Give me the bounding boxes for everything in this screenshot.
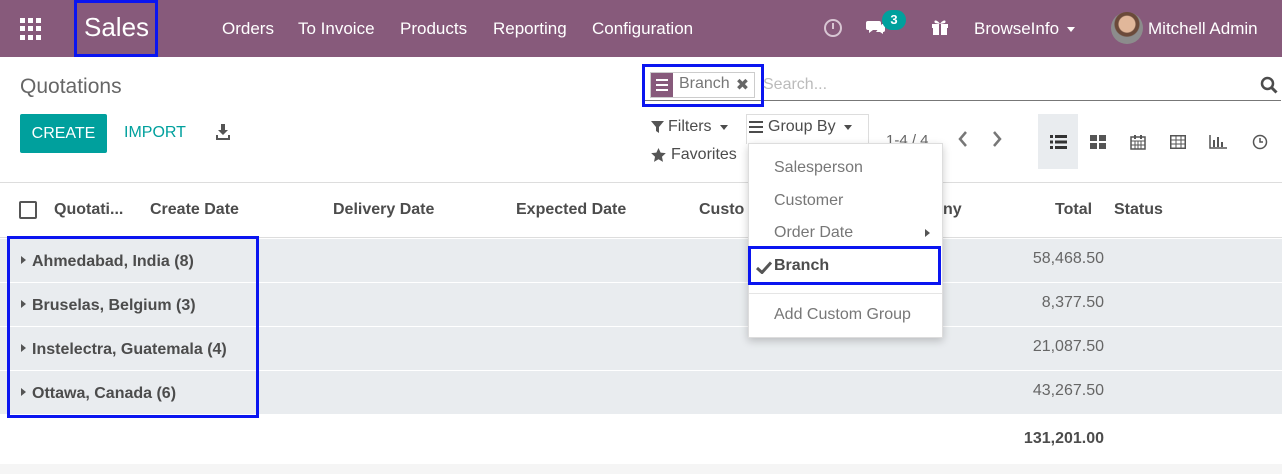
- bar-chart-icon: [1209, 134, 1227, 149]
- filters-button[interactable]: Filters: [651, 118, 728, 136]
- divider: [749, 293, 942, 294]
- groupby-item-salesperson[interactable]: Salesperson: [774, 159, 863, 177]
- filters-label: Filters: [668, 118, 712, 135]
- grand-total: 131,201.00: [1023, 430, 1104, 447]
- chevron-left-icon[interactable]: [956, 130, 970, 148]
- star-icon: [651, 148, 666, 162]
- graph-view-button[interactable]: [1198, 114, 1238, 169]
- clock-icon: [1252, 134, 1268, 149]
- column-header-create-date[interactable]: Create Date: [150, 201, 239, 219]
- activity-clock-icon[interactable]: [824, 19, 842, 37]
- gift-icon[interactable]: [931, 18, 949, 36]
- list-view-button[interactable]: [1038, 114, 1078, 169]
- chevron-down-icon: [1067, 27, 1076, 33]
- select-all-checkbox[interactable]: [19, 201, 37, 219]
- pivot-view-button[interactable]: [1158, 114, 1198, 169]
- message-count-badge: 3: [882, 10, 906, 30]
- column-header-quotation[interactable]: Quotati...: [54, 201, 123, 219]
- company-switcher[interactable]: BrowseInfo: [974, 19, 1076, 39]
- groupby-item-order-date[interactable]: Order Date: [774, 224, 853, 242]
- column-header-expected-date[interactable]: Expected Date: [516, 201, 626, 219]
- menu-reporting[interactable]: Reporting: [493, 19, 567, 39]
- groupby-button[interactable]: Group By: [749, 118, 852, 136]
- funnel-icon: [651, 120, 664, 133]
- group-total: 43,267.50: [1032, 382, 1104, 399]
- group-total: 8,377.50: [1041, 294, 1104, 311]
- avatar[interactable]: [1111, 12, 1143, 44]
- groupby-dropdown-menu: Salesperson Customer Order Date Branch A…: [748, 143, 943, 338]
- chevron-down-icon: [843, 124, 852, 130]
- calendar-icon: [1130, 134, 1146, 150]
- favorites-label: Favorites: [671, 146, 737, 163]
- create-button[interactable]: CREATE: [20, 114, 107, 153]
- table-icon: [1170, 134, 1186, 149]
- table-header: Quotati... Create Date Delivery Date Exp…: [0, 183, 1282, 238]
- download-icon[interactable]: [215, 124, 231, 140]
- search-input[interactable]: [763, 74, 1253, 96]
- menu-orders[interactable]: Orders: [222, 19, 274, 39]
- menu-configuration[interactable]: Configuration: [592, 19, 693, 39]
- highlight-box-groups: [7, 236, 259, 418]
- group-total: 21,087.50: [1032, 338, 1104, 355]
- menu-to-invoice[interactable]: To Invoice: [298, 19, 375, 39]
- menu-products[interactable]: Products: [400, 19, 467, 39]
- highlight-box-branch: [748, 246, 941, 285]
- add-custom-group-button[interactable]: Add Custom Group: [774, 306, 911, 324]
- chevron-down-icon: [719, 124, 728, 130]
- column-header-customer[interactable]: Custo: [699, 201, 744, 219]
- app-menu-icon[interactable]: [20, 18, 42, 40]
- caret-right-icon: [925, 229, 930, 237]
- highlight-box-facet: [642, 64, 764, 107]
- kanban-view-button[interactable]: [1078, 114, 1118, 169]
- group-total: 58,468.50: [1032, 250, 1104, 267]
- activity-view-button[interactable]: [1240, 114, 1280, 169]
- kanban-icon: [1090, 134, 1106, 149]
- groupby-item-customer[interactable]: Customer: [774, 192, 843, 210]
- page-title: Quotations: [20, 75, 122, 98]
- list-icon: [1049, 134, 1067, 149]
- column-header-company[interactable]: ny: [943, 201, 962, 219]
- chevron-right-icon[interactable]: [990, 130, 1004, 148]
- groupby-label: Group By: [768, 118, 836, 135]
- footer-strip: [0, 464, 1282, 474]
- import-button[interactable]: IMPORT: [124, 124, 186, 142]
- top-navbar: Sales Orders To Invoice Products Reporti…: [0, 0, 1282, 57]
- company-name: BrowseInfo: [974, 19, 1060, 38]
- user-menu[interactable]: Mitchell Admin: [1148, 19, 1258, 39]
- favorites-button[interactable]: Favorites: [651, 146, 737, 164]
- column-header-status[interactable]: Status: [1114, 201, 1163, 219]
- column-header-total[interactable]: Total: [1055, 201, 1092, 219]
- highlight-box-app-name: [74, 0, 158, 57]
- column-header-delivery-date[interactable]: Delivery Date: [333, 201, 434, 219]
- search-icon[interactable]: [1260, 76, 1278, 94]
- bars-icon: [749, 121, 763, 133]
- calendar-view-button[interactable]: [1118, 114, 1158, 169]
